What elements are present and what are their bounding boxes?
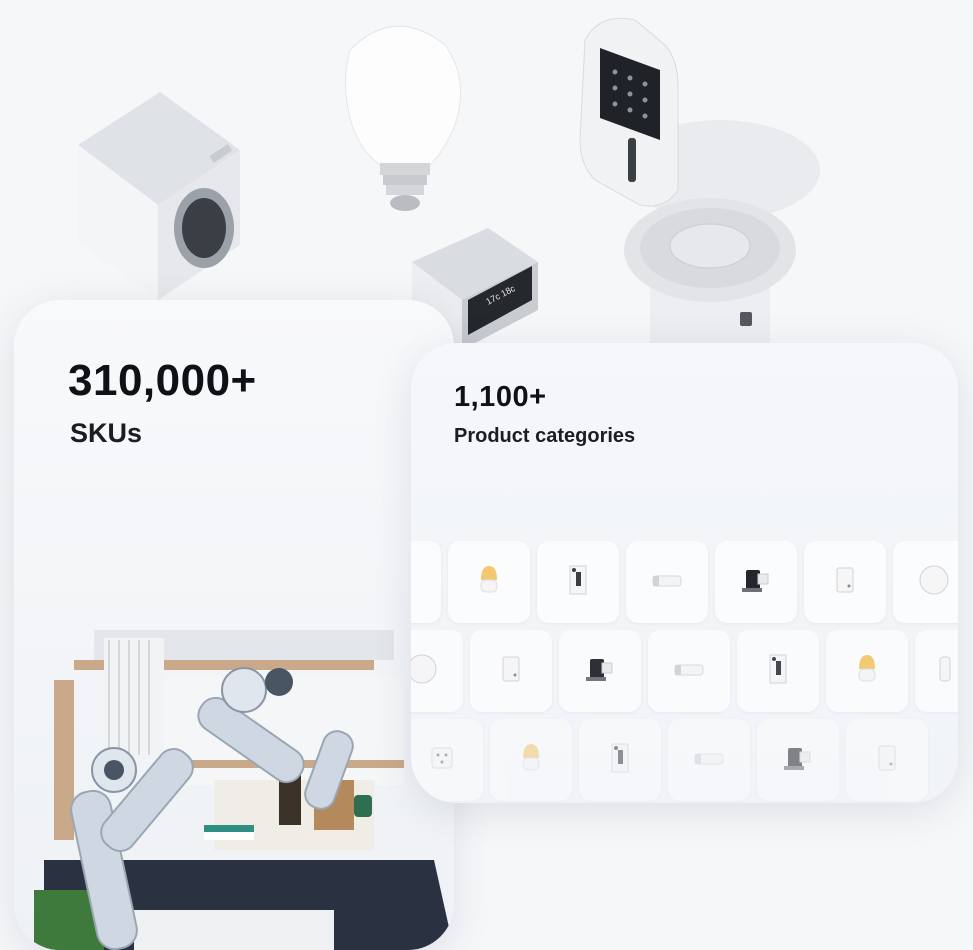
- category-tile: [411, 719, 483, 801]
- socket-icon: [422, 738, 462, 783]
- hub-icon: [411, 649, 442, 694]
- sensor-icon: [491, 649, 531, 694]
- robot-house-illustration: [34, 630, 454, 950]
- washing-machine-icon: [78, 92, 240, 300]
- light-bar-icon: [647, 560, 687, 605]
- partial-icon: [411, 560, 420, 605]
- camera-icon: [580, 649, 620, 694]
- category-tile: [804, 541, 886, 623]
- light-bar-icon: [669, 649, 709, 694]
- category-tile: [626, 541, 708, 623]
- light-bar-icon: [689, 738, 729, 783]
- night-light-icon: [511, 738, 551, 783]
- category-tile: [826, 630, 908, 712]
- camera-icon: [778, 738, 818, 783]
- category-tile: [470, 630, 552, 712]
- smart-bulb-icon: [344, 25, 462, 211]
- category-tile: [490, 719, 572, 801]
- category-tile: [648, 630, 730, 712]
- category-tile: [579, 719, 661, 801]
- category-tile: [737, 630, 819, 712]
- night-light-icon: [847, 649, 887, 694]
- category-tile: [411, 630, 463, 712]
- skus-label: SKUs: [70, 418, 143, 448]
- night-light-icon: [469, 560, 509, 605]
- category-tile: [757, 719, 839, 801]
- hub-icon: [914, 560, 954, 605]
- category-tile: [846, 719, 928, 801]
- category-tile: [715, 541, 797, 623]
- categories-count: 1,100+: [454, 381, 547, 413]
- skus-count: 310,000+: [68, 356, 257, 405]
- skus-card: 310,000+ SKUs: [14, 300, 454, 950]
- category-tile: [893, 541, 958, 623]
- partial-icon: [936, 649, 958, 694]
- switch-panel-icon: [758, 649, 798, 694]
- category-tile: [411, 541, 441, 623]
- category-tile: [668, 719, 750, 801]
- sensor-icon: [867, 738, 907, 783]
- switch-panel-icon: [558, 560, 598, 605]
- switch-panel-icon: [600, 738, 640, 783]
- camera-icon: [736, 560, 776, 605]
- category-tile: [448, 541, 530, 623]
- smart-speaker-icon: [624, 198, 796, 350]
- categories-label: Product categories: [454, 425, 636, 447]
- smart-lock-icon: [579, 17, 820, 220]
- sensor-icon: [825, 560, 865, 605]
- category-tile: [915, 630, 958, 712]
- category-tile-grid: [411, 541, 958, 803]
- category-tile: [537, 541, 619, 623]
- category-tile: [559, 630, 641, 712]
- categories-card: 1,100+ Product categories: [411, 343, 958, 803]
